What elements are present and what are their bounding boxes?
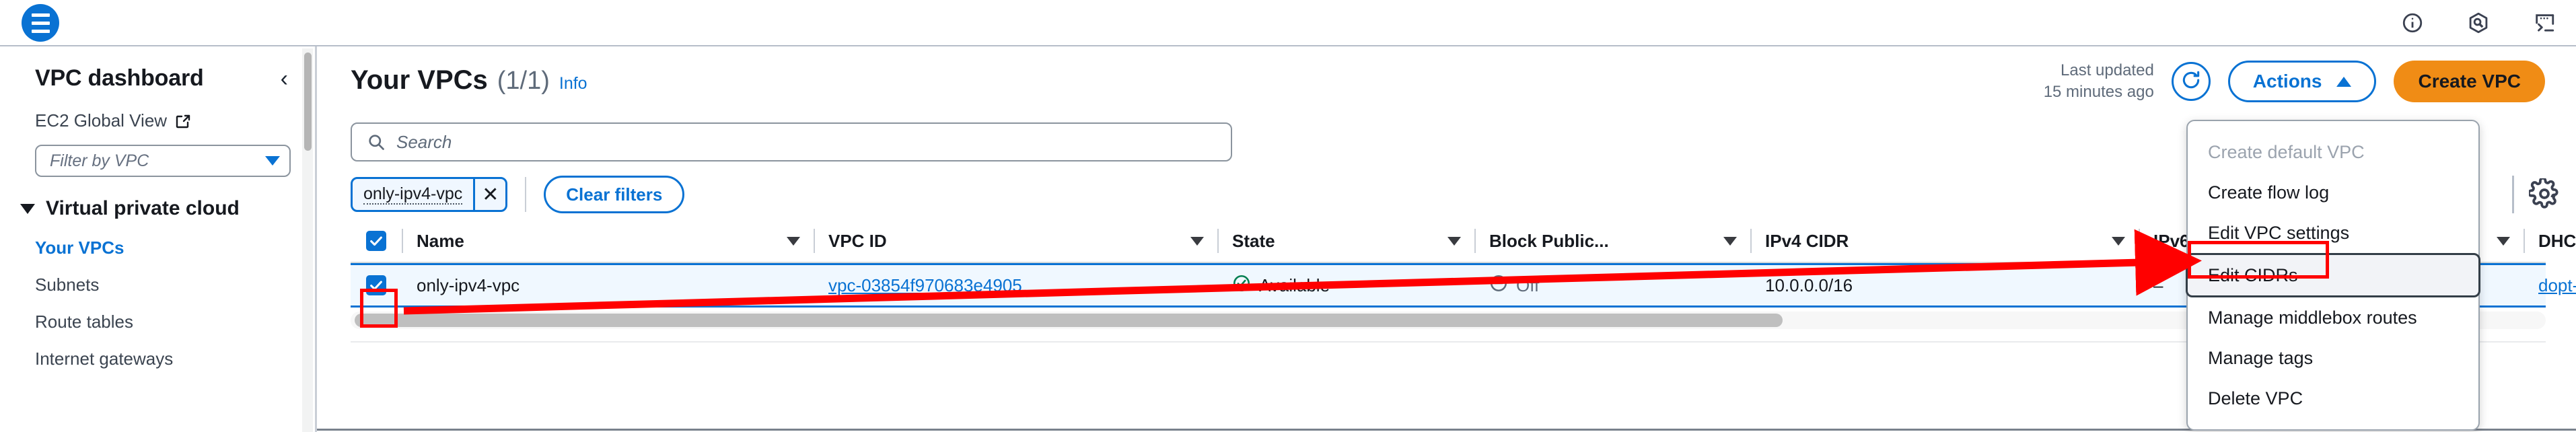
- annotation-arrow: [403, 229, 2202, 315]
- annotation-box-row-checkbox: [360, 289, 398, 328]
- vpc-console-screen: VPC dashboard ‹ EC2 Global View Filter b…: [0, 0, 2576, 432]
- annotation-box-edit-cidrs: [2188, 241, 2329, 279]
